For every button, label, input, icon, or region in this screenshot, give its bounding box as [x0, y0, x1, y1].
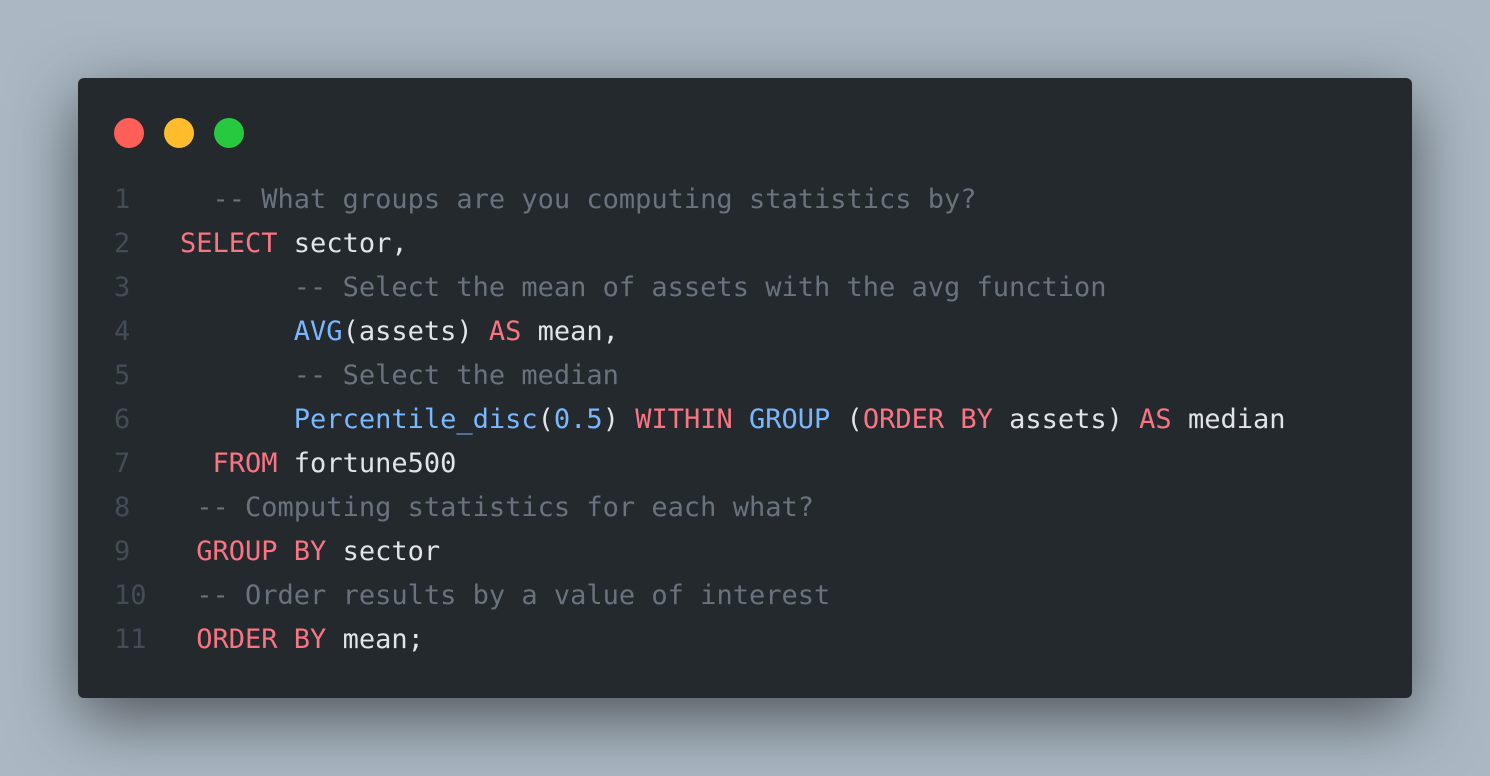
code-token-plain: mean,: [521, 316, 619, 347]
code-token-comment: -- Select the median: [293, 360, 619, 391]
minimize-button[interactable]: [164, 118, 194, 148]
code-token-plain: sector: [326, 536, 441, 567]
code-token-plain: assets): [992, 404, 1140, 435]
line-number: 11: [114, 624, 147, 655]
line-content: -- Order results by a value of interest: [180, 574, 830, 618]
code-token-keyword: WITHIN: [635, 404, 733, 435]
code-token-func: AVG: [293, 316, 343, 347]
line-content: -- What groups are you computing statist…: [180, 178, 977, 222]
line-content: GROUP BY sector: [180, 530, 440, 574]
code-token-func: Percentile_disc: [293, 404, 538, 435]
code-line: 5 -- Select the median: [78, 354, 1412, 398]
code-token-number: 0.5: [553, 404, 603, 435]
code-token-keyword: SELECT: [180, 228, 278, 259]
code-token-func: GROUP: [749, 404, 831, 435]
line-content: ORDER BY mean;: [180, 618, 424, 662]
line-number: 5: [114, 360, 131, 391]
code-token-plain: fortune500: [277, 448, 457, 479]
close-button[interactable]: [114, 118, 144, 148]
code-token-keyword: AS: [488, 316, 522, 347]
code-token-plain: (: [830, 404, 863, 435]
code-token-plain: sector,: [277, 228, 408, 259]
code-line: 11 ORDER BY mean;: [78, 618, 1412, 662]
code-token-keyword: ORDER BY: [862, 404, 993, 435]
line-content: -- Select the mean of assets with the av…: [180, 266, 1107, 310]
code-token-keyword: FROM: [212, 448, 278, 479]
maximize-button[interactable]: [214, 118, 244, 148]
code-token-keyword: GROUP BY: [196, 536, 327, 567]
code-token-comment: -- Order results by a value of interest: [196, 580, 831, 611]
code-line: 9 GROUP BY sector: [78, 530, 1412, 574]
line-number: 1: [114, 184, 131, 215]
code-line: 2 SELECT sector,: [78, 222, 1412, 266]
code-token-comment: -- What groups are you computing statist…: [212, 184, 977, 215]
line-number: 9: [114, 536, 131, 567]
code-line: 10 -- Order results by a value of intere…: [78, 574, 1412, 618]
line-number: 8: [114, 492, 131, 523]
line-content: SELECT sector,: [180, 222, 408, 266]
line-content: -- Computing statistics for each what?: [180, 486, 814, 530]
line-number: 2: [114, 228, 131, 259]
code-line: 7 FROM fortune500: [78, 442, 1412, 486]
line-content: -- Select the median: [180, 354, 619, 398]
code-line: 1 -- What groups are you computing stati…: [78, 178, 1412, 222]
code-token-plain: mean;: [326, 624, 424, 655]
code-line: 4 AVG(assets) AS mean,: [78, 310, 1412, 354]
line-content: Percentile_disc(0.5) WITHIN GROUP (ORDER…: [180, 398, 1286, 442]
code-token-comment: -- Select the mean of assets with the av…: [293, 272, 1107, 303]
line-content: AVG(assets) AS mean,: [180, 310, 619, 354]
code-token-comment: -- Computing statistics for each what?: [196, 492, 814, 523]
code-token-plain: (: [537, 404, 554, 435]
line-number: 3: [114, 272, 131, 303]
code-token-keyword: ORDER BY: [196, 624, 327, 655]
code-token-keyword: AS: [1139, 404, 1172, 435]
code-line: 6 Percentile_disc(0.5) WITHIN GROUP (ORD…: [78, 398, 1412, 442]
line-number: 10: [114, 580, 147, 611]
line-number: 6: [114, 404, 131, 435]
code-token-plain: median: [1171, 404, 1286, 435]
code-line: 3 -- Select the mean of assets with the …: [78, 266, 1412, 310]
code-window: 1 -- What groups are you computing stati…: [78, 78, 1412, 698]
code-token-plain: (assets): [342, 316, 489, 347]
code-line: 8 -- Computing statistics for each what?: [78, 486, 1412, 530]
line-number: 4: [114, 316, 131, 347]
code-token-plain: ): [602, 404, 636, 435]
line-number: 7: [114, 448, 131, 479]
line-content: FROM fortune500: [180, 442, 457, 486]
code-block[interactable]: 1 -- What groups are you computing stati…: [78, 178, 1412, 662]
